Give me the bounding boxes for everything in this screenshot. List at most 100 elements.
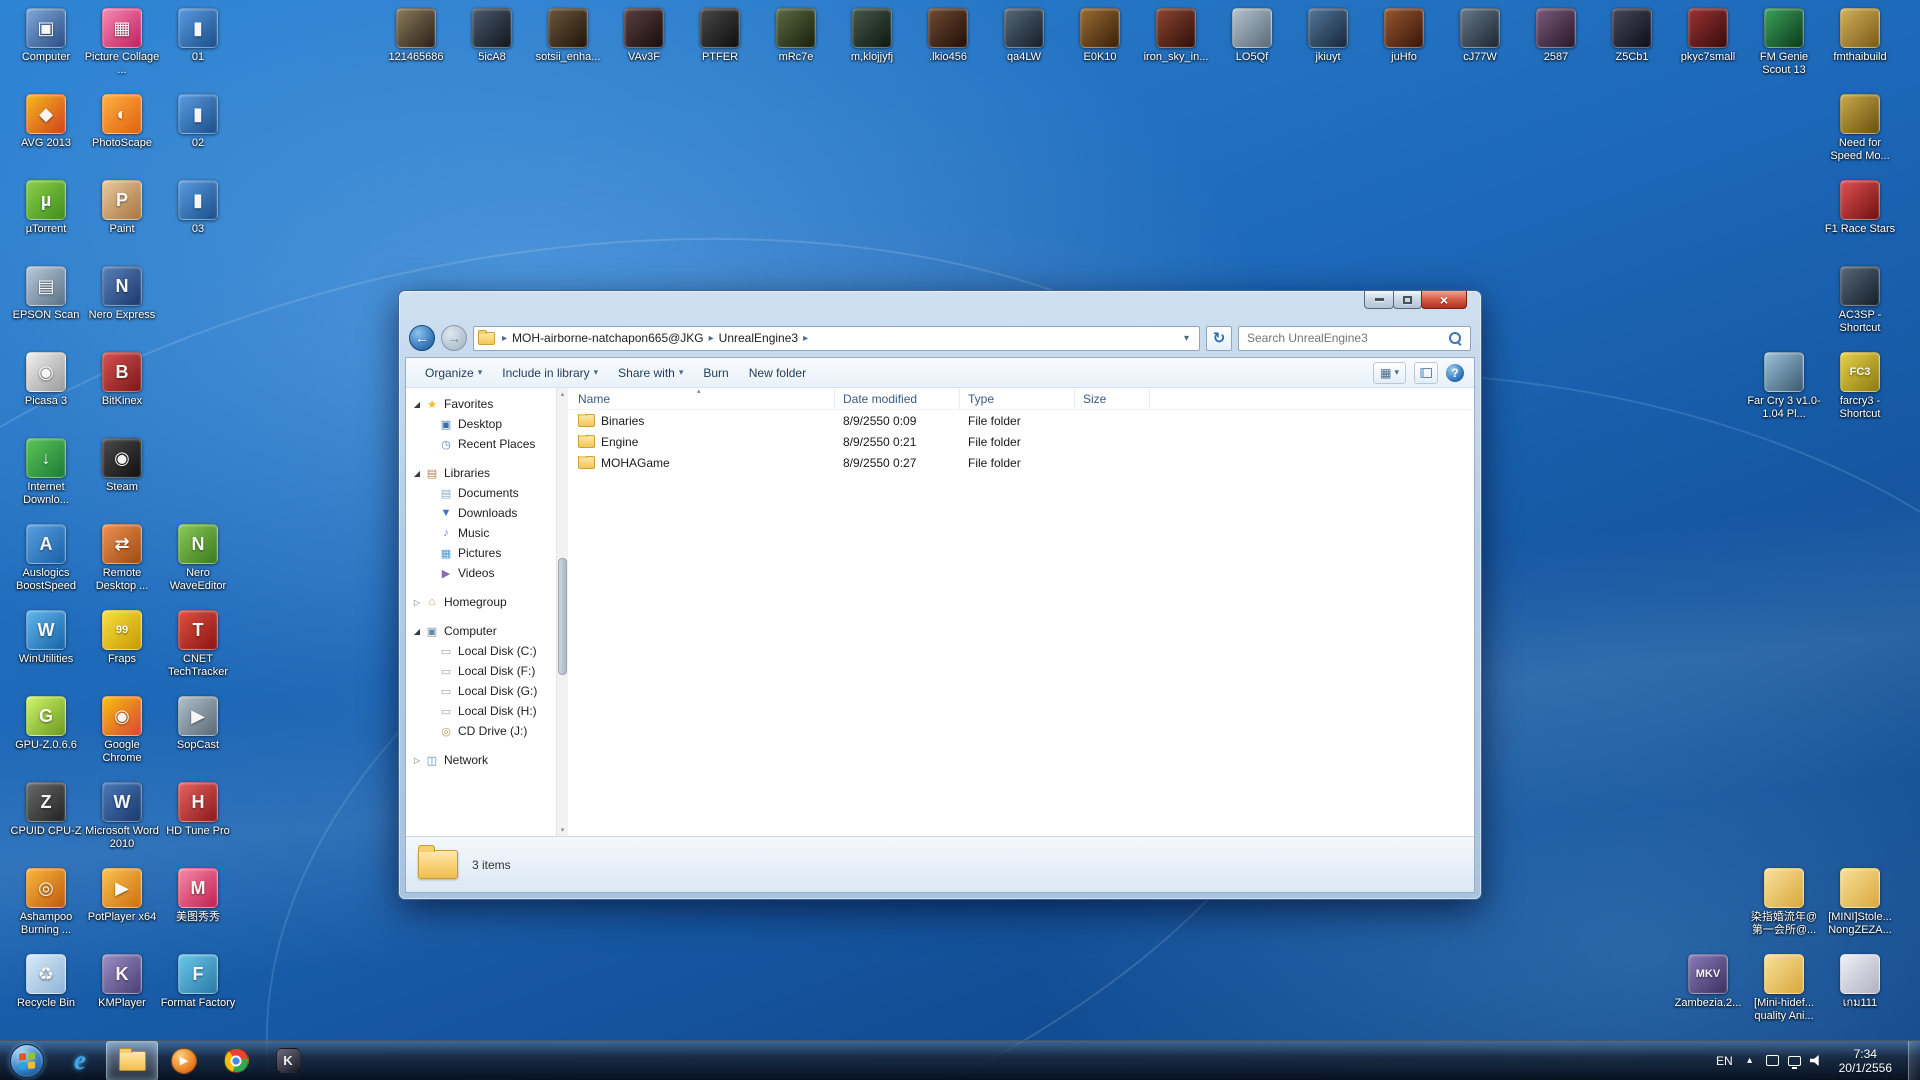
desktop-icon[interactable]: pkyc7small (1670, 8, 1746, 64)
desktop-icon[interactable]: F1 Race Stars (1822, 180, 1898, 236)
change-view-button[interactable]: ▦▾ (1373, 362, 1406, 384)
column-header[interactable]: ▴Name (570, 388, 835, 409)
media-player-taskbar-button[interactable]: ▶ (158, 1041, 210, 1080)
desktop-icon[interactable]: m,klojjyfj (834, 8, 910, 64)
column-header[interactable]: Date modified (835, 388, 960, 409)
desktop-icon[interactable]: .lkio456 (910, 8, 986, 64)
clock[interactable]: 7:34 20/1/2556 (1833, 1047, 1898, 1075)
file-row[interactable]: MOHAGame8/9/2550 0:27File folder (570, 452, 1474, 473)
desktop-icon[interactable]: 2587 (1518, 8, 1594, 64)
desktop-icon[interactable]: ◉Picasa 3 (8, 352, 84, 408)
column-header[interactable]: Type (960, 388, 1075, 409)
desktop-icon[interactable]: NNero Express (84, 266, 160, 322)
titlebar[interactable]: × (399, 291, 1481, 319)
maximize-button[interactable] (1393, 291, 1422, 309)
desktop-icon[interactable]: PTFER (682, 8, 758, 64)
desktop-icon[interactable]: fmthaibuild (1822, 8, 1898, 64)
desktop-icon[interactable]: GGPU-Z.0.6.6 (8, 696, 84, 752)
sidebar-item[interactable]: ▤Documents (406, 483, 556, 503)
network-icon[interactable] (1788, 1056, 1801, 1066)
address-dropdown-arrow[interactable]: ▾ (1178, 333, 1195, 344)
sidebar-section[interactable]: ▷⌂Homegroup (406, 592, 556, 612)
desktop-icon[interactable]: ↓Internet Downlo... (8, 438, 84, 507)
toolbar-button[interactable]: Organize▾ (416, 362, 491, 384)
desktop-icon[interactable]: FC3farcry3 - Shortcut (1822, 352, 1898, 421)
desktop-icon[interactable]: ▶PotPlayer x64 (84, 868, 160, 924)
desktop-icon[interactable]: iron_sky_in... (1138, 8, 1214, 64)
toolbar-button[interactable]: New folder (740, 362, 815, 384)
sidebar-item[interactable]: ▭Local Disk (G:) (406, 681, 556, 701)
desktop-icon[interactable]: M美图秀秀 (160, 868, 236, 924)
desktop-icon[interactable]: MKVZambezia.2... (1670, 954, 1746, 1010)
desktop-icon[interactable]: [Mini-hidef... quality Ani... (1746, 954, 1822, 1023)
desktop-icon[interactable]: ▮02 (160, 94, 236, 150)
close-button[interactable]: × (1421, 291, 1467, 309)
sidebar-item[interactable]: ♪Music (406, 523, 556, 543)
scrollbar-thumb[interactable] (558, 558, 567, 674)
sidebar-item[interactable]: ▦Pictures (406, 543, 556, 563)
desktop-icon[interactable]: mRc7e (758, 8, 834, 64)
toolbar-button[interactable]: Share with▾ (609, 362, 692, 384)
expand-arrow-icon[interactable]: ◢ (410, 627, 424, 636)
desktop-icon[interactable]: jkiuyt (1290, 8, 1366, 64)
desktop-icon[interactable]: ◉Google Chrome (84, 696, 160, 765)
desktop-icon[interactable]: ♻Recycle Bin (8, 954, 84, 1010)
sidebar-section[interactable]: ◢▣Computer (406, 621, 556, 641)
desktop-icon[interactable]: NNero WaveEditor (160, 524, 236, 593)
desktop-icon[interactable]: ▶SopCast (160, 696, 236, 752)
refresh-button[interactable]: ↻ (1206, 326, 1232, 351)
desktop-icon[interactable]: Need for Speed Mo... (1822, 94, 1898, 163)
desktop-icon[interactable]: sotsii_enha... (530, 8, 606, 64)
windows-explorer-taskbar-button[interactable] (106, 1041, 158, 1080)
file-row[interactable]: Engine8/9/2550 0:21File folder (570, 431, 1474, 452)
desktop-icon[interactable]: HHD Tune Pro (160, 782, 236, 838)
sidebar-section[interactable]: ▷◫Network (406, 750, 556, 770)
desktop-icon[interactable]: LO5Qf (1214, 8, 1290, 64)
desktop-icon[interactable]: qa4LW (986, 8, 1062, 64)
desktop-icon[interactable]: 121465686 (378, 8, 454, 64)
desktop-icon[interactable]: TCNET TechTracker (160, 610, 236, 679)
desktop-icon[interactable]: Z5Cb1 (1594, 8, 1670, 64)
desktop-icon[interactable]: ⇄Remote Desktop ... (84, 524, 160, 593)
back-button[interactable]: ← (409, 325, 435, 351)
breadcrumb-root[interactable]: MOH-airborne-natchapon665@JKG (508, 331, 708, 345)
sidebar-item[interactable]: ▭Local Disk (H:) (406, 701, 556, 721)
breadcrumb-current[interactable]: UnrealEngine3 (715, 331, 802, 345)
sidebar-item[interactable]: ◎CD Drive (J:) (406, 721, 556, 741)
kmplayer-taskbar-button[interactable]: K (262, 1041, 314, 1080)
desktop-icon[interactable]: AAuslogics BoostSpeed (8, 524, 84, 593)
expand-arrow-icon[interactable]: ▷ (410, 756, 424, 765)
desktop-icon[interactable]: ZCPUID CPU-Z (8, 782, 84, 838)
sidebar-item[interactable]: ▼Downloads (406, 503, 556, 523)
column-header[interactable]: Size (1075, 388, 1150, 409)
sidebar-section[interactable]: ◢▤Libraries (406, 463, 556, 483)
desktop-icon[interactable]: ◉Steam (84, 438, 160, 494)
desktop-icon[interactable]: WWinUtilities (8, 610, 84, 666)
expand-arrow-icon[interactable]: ▷ (410, 598, 424, 607)
desktop-icon[interactable]: cJ77W (1442, 8, 1518, 64)
sidebar-section[interactable]: ◢★Favorites (406, 394, 556, 414)
desktop-icon[interactable]: 5icA8 (454, 8, 530, 64)
desktop-icon[interactable]: ▮03 (160, 180, 236, 236)
desktop-icon[interactable]: VAv3F (606, 8, 682, 64)
expand-arrow-icon[interactable]: ◢ (410, 400, 424, 409)
preview-pane-button[interactable] (1414, 362, 1438, 384)
desktop-icon[interactable]: FM Genie Scout 13 (1746, 8, 1822, 77)
desktop-icon[interactable]: KKMPlayer (84, 954, 160, 1010)
desktop-icon[interactable]: 染指婚流年@ 第一会所@... (1746, 868, 1822, 937)
sidebar-item[interactable]: ▭Local Disk (C:) (406, 641, 556, 661)
forward-button[interactable]: → (441, 325, 467, 351)
desktop-icon[interactable]: PPaint (84, 180, 160, 236)
desktop-icon[interactable]: ▤EPSON Scan (8, 266, 84, 322)
desktop-icon[interactable]: FFormat Factory (160, 954, 236, 1010)
desktop-icon[interactable]: ◆AVG 2013 (8, 94, 84, 150)
sidebar-item[interactable]: ◷Recent Places (406, 434, 556, 454)
file-row[interactable]: Binaries8/9/2550 0:09File folder (570, 410, 1474, 431)
desktop-icon[interactable]: ◐PhotoScape (84, 94, 160, 150)
search-box[interactable]: Search UnrealEngine3 (1238, 326, 1471, 351)
desktop-icon[interactable]: ▮01 (160, 8, 236, 64)
start-button[interactable] (0, 1041, 54, 1080)
desktop-icon[interactable]: BBitKinex (84, 352, 160, 408)
sidebar-scrollbar[interactable] (556, 388, 568, 836)
desktop-icon[interactable]: ◎Ashampoo Burning ... (8, 868, 84, 937)
